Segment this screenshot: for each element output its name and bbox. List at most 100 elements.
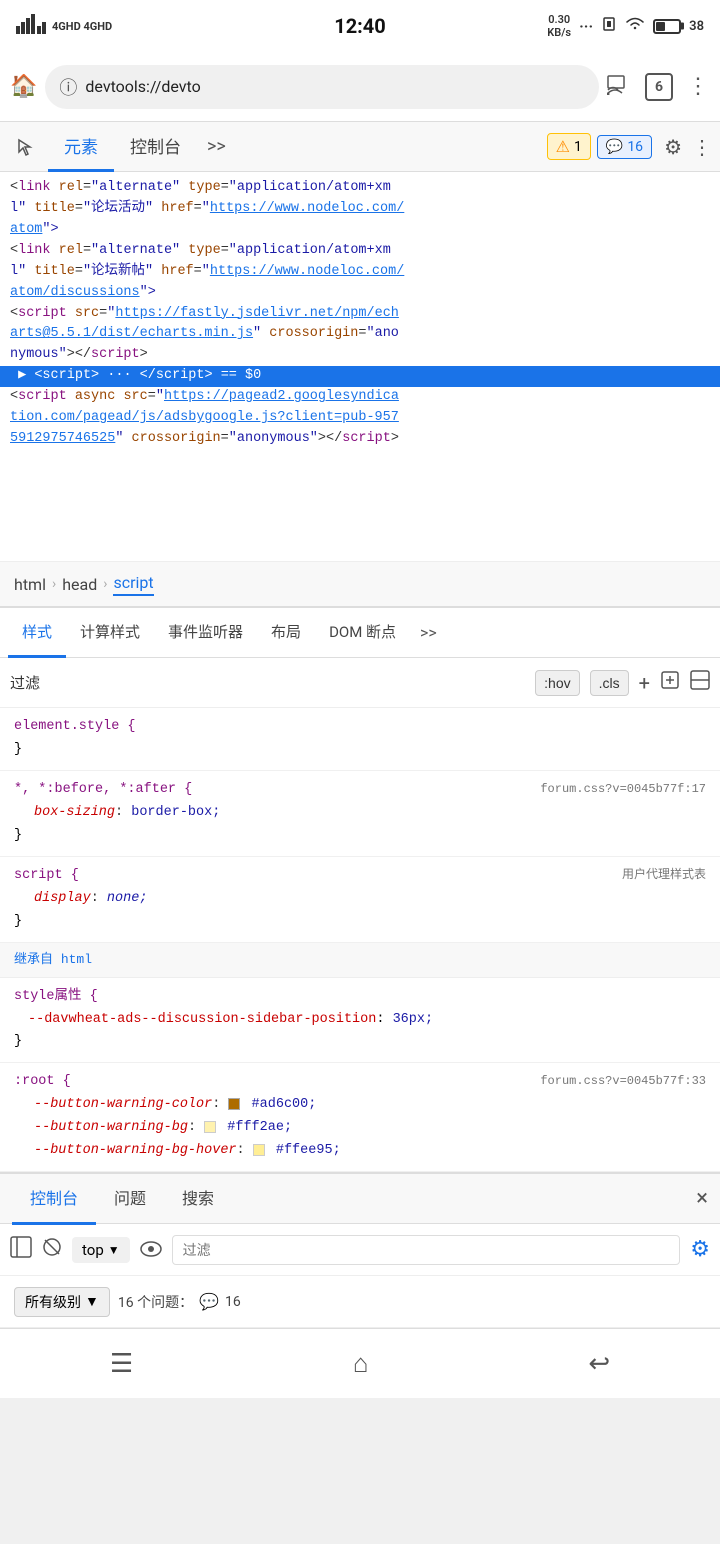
style-rule-element: element.style { }	[0, 708, 720, 771]
message-count: 16	[627, 139, 643, 155]
color-swatch-warning-bg-hover[interactable]	[253, 1144, 265, 1156]
issues-msg-icon: 💬	[199, 1292, 219, 1311]
battery-indicator	[653, 19, 681, 34]
html-line-7: <script src="https://fastly.jsdelivr.net…	[10, 304, 710, 325]
issues-count-area: 16 个问题： 💬 16	[118, 1292, 241, 1312]
console-settings-icon[interactable]: ⚙	[690, 1237, 710, 1262]
message-icon: 💬	[606, 139, 623, 155]
html-line-8: arts@5.5.1/dist/echarts.min.js" crossori…	[10, 324, 710, 345]
carrier-signal	[16, 14, 46, 38]
home-icon[interactable]: 🏠	[10, 74, 37, 99]
link-atom[interactable]: atom	[10, 222, 42, 237]
hov-button[interactable]: :hov	[535, 670, 579, 696]
cls-button[interactable]: .cls	[590, 670, 629, 696]
warning-count: 1	[574, 139, 582, 155]
link-atom-discussions[interactable]: atom/discussions	[10, 285, 140, 300]
html-line-selected[interactable]: ▶ <script> ··· </script> == $0	[0, 366, 720, 387]
cast-icon[interactable]	[607, 73, 631, 101]
browser-bar: 🏠 ⓘ devtools://devto 6 ⋮	[0, 52, 720, 122]
link-pagead-full[interactable]: tion.com/pagead/js/adsbygoogle.js?client…	[10, 410, 399, 425]
console-tab-search[interactable]: 搜索	[164, 1173, 232, 1225]
status-right: 0.30KB/s ··· 38	[547, 13, 704, 39]
rule-prop-warning-bg: --button-warning-bg: #fff2ae;	[14, 1117, 706, 1140]
warning-badge[interactable]: ⚠ 1	[547, 133, 591, 160]
styles-content: element.style { } *, *:before, *:after {…	[0, 708, 720, 1172]
back-button[interactable]: ↩	[588, 1349, 610, 1379]
issues-msg-count: 16	[225, 1294, 241, 1310]
tab-event-listeners[interactable]: 事件监听器	[154, 608, 257, 658]
url-bar[interactable]: ⓘ devtools://devto	[45, 65, 599, 109]
top-context-selector[interactable]: top ▼	[72, 1237, 130, 1263]
status-time: 12:40	[334, 14, 386, 38]
close-panel-button[interactable]: ×	[696, 1186, 708, 1211]
tab-elements[interactable]: 元素	[48, 122, 114, 172]
html-line-2: l" title="论坛活动" href="https://www.nodelo…	[10, 199, 710, 220]
add-style-rule-icon[interactable]: +	[639, 671, 650, 695]
rule-selector-script: script { 用户代理样式表	[14, 865, 706, 888]
color-swatch-warning-bg[interactable]	[204, 1121, 216, 1133]
inherited-from-html: 继承自 html	[0, 943, 720, 978]
link-nodeloc-atom[interactable]: https://www.nodeloc.com/	[210, 201, 404, 216]
issues-count-text: 16 个问题：	[118, 1292, 193, 1312]
link-pagead-id[interactable]: 5912975746525	[10, 431, 115, 446]
color-swatch-warning[interactable]	[228, 1098, 240, 1110]
link-echarts[interactable]: https://fastly.jsdelivr.net/npm/ech	[115, 306, 399, 321]
style-attr-selector: style属性 {	[14, 986, 706, 1009]
rule-property-boxsizing: box-sizing: border-box;	[14, 802, 706, 825]
styles-more-tabs[interactable]: >>	[410, 623, 447, 642]
style-rule-universal: *, *:before, *:after { forum.css?v=0045b…	[0, 771, 720, 857]
home-nav-button[interactable]: ⌂	[353, 1348, 369, 1379]
tab-count[interactable]: 6	[645, 73, 673, 101]
browser-actions: 6 ⋮	[607, 73, 710, 101]
breadcrumb-head[interactable]: head	[62, 575, 97, 594]
tab-layout[interactable]: 布局	[257, 608, 315, 658]
breadcrumb-sep2: ›	[103, 576, 107, 592]
menu-dots[interactable]: ⋮	[687, 74, 710, 99]
style-rule-root: :root { forum.css?v=0045b77f:33 --button…	[0, 1063, 720, 1172]
issues-level-label: 所有级别	[25, 1292, 81, 1312]
devtools-cursor-icon[interactable]	[8, 129, 44, 165]
html-line-12: tion.com/pagead/js/adsbygoogle.js?client…	[10, 408, 710, 429]
speed-text: 0.30KB/s	[547, 13, 571, 39]
breadcrumb-script[interactable]: script	[113, 573, 153, 596]
new-style-rule-icon[interactable]	[660, 670, 680, 695]
tab-styles[interactable]: 样式	[8, 608, 66, 658]
toggle-panel-icon[interactable]	[690, 670, 710, 695]
rule-closing-universal: }	[14, 825, 706, 848]
battery-percent: 38	[689, 19, 704, 34]
eye-icon[interactable]	[140, 1238, 162, 1262]
message-badge[interactable]: 💬 16	[597, 135, 652, 159]
filter-actions: :hov .cls +	[535, 670, 710, 696]
devtools-more-icon[interactable]: ⋮	[692, 135, 712, 159]
carrier-text: 4GHD 4GHD	[52, 20, 112, 33]
link-pagead[interactable]: https://pagead2.googlesyndica	[164, 389, 399, 404]
tab-computed[interactable]: 计算样式	[66, 608, 154, 658]
menu-button[interactable]: ☰	[110, 1349, 133, 1379]
clear-console-icon[interactable]	[42, 1237, 62, 1262]
link-echarts-dist[interactable]: arts@5.5.1/dist/echarts.min.js	[10, 326, 253, 341]
link-nodeloc-atom2[interactable]: https://www.nodeloc.com/	[210, 264, 404, 279]
html-line-3: atom">	[10, 220, 710, 241]
html-line-6: atom/discussions">	[10, 283, 710, 304]
console-tab-issues[interactable]: 问题	[96, 1173, 164, 1225]
issues-level-dropdown[interactable]: 所有级别 ▼	[14, 1287, 110, 1317]
html-line-5: l" title="论坛新帖" href="https://www.nodelo…	[10, 262, 710, 283]
settings-gear-icon[interactable]: ⚙	[664, 135, 682, 159]
devtools-top-bar: 元素 控制台 >> ⚠ 1 💬 16 ⚙ ⋮	[0, 122, 720, 172]
rule-prop-warning-bg-hover: --button-warning-bg-hover: #ffee95;	[14, 1140, 706, 1163]
more-indicator: ···	[579, 17, 593, 36]
vibrate-icon	[601, 14, 617, 38]
style-rule-script: script { 用户代理样式表 display: none; }	[0, 857, 720, 943]
html-panel: <link rel="alternate" type="application/…	[0, 172, 720, 562]
console-tab-console[interactable]: 控制台	[12, 1173, 96, 1225]
rule-property-display: display: none;	[14, 888, 706, 911]
tab-console[interactable]: 控制台	[114, 122, 197, 172]
html-line-11: <script async src="https://pagead2.googl…	[10, 387, 710, 408]
tab-dom-breakpoints[interactable]: DOM 断点	[315, 608, 410, 658]
html-line-13: 5912975746525" crossorigin="anonymous"><…	[10, 429, 710, 450]
devtools-more-tabs[interactable]: >>	[197, 136, 236, 157]
console-filter-input[interactable]	[172, 1235, 681, 1265]
breadcrumb-html[interactable]: html	[14, 575, 46, 594]
battery-fill	[656, 22, 664, 31]
sidebar-toggle-icon[interactable]	[10, 1236, 32, 1263]
